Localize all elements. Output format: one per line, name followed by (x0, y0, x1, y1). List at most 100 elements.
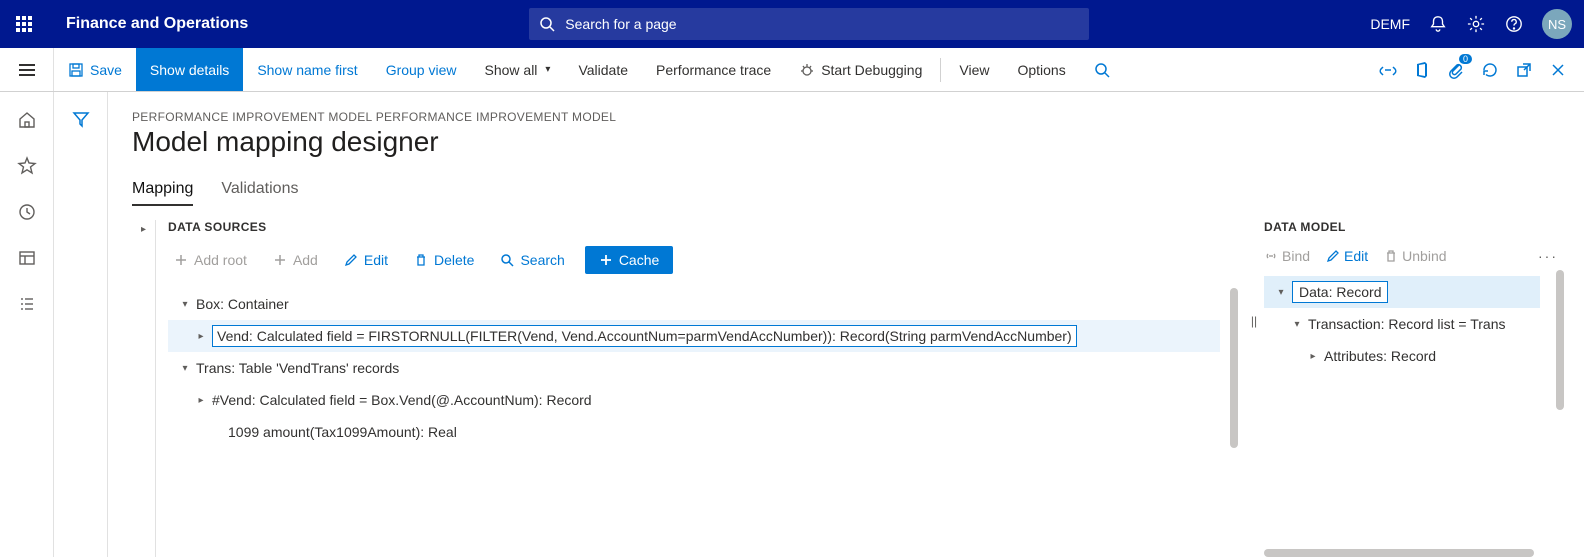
search-icon (1094, 62, 1110, 78)
tree-node[interactable]: ▸ Attributes: Record (1264, 340, 1540, 372)
tree-node[interactable]: ▾ Transaction: Record list = Trans (1264, 308, 1540, 340)
save-button[interactable]: Save (54, 48, 136, 91)
office-icon[interactable] (1412, 60, 1432, 80)
modules-icon[interactable] (17, 294, 37, 314)
star-icon[interactable] (17, 156, 37, 176)
edit-button[interactable]: Edit (338, 248, 394, 272)
plus-icon (273, 253, 287, 267)
tree-node[interactable]: 1099 amount(Tax1099Amount): Real (168, 416, 1220, 448)
bell-icon[interactable] (1428, 14, 1448, 34)
attachment-badge: 0 (1459, 54, 1472, 64)
page-title: Model mapping designer (132, 126, 1564, 158)
global-search[interactable]: Search for a page (529, 8, 1089, 40)
caret-icon[interactable]: ▾ (178, 299, 192, 310)
tree-node[interactable]: ▾ Trans: Table 'VendTrans' records (168, 352, 1220, 384)
delete-button[interactable]: Delete (408, 248, 480, 272)
show-all-dropdown[interactable]: Show all ▾ (471, 48, 565, 91)
node-label: Transaction: Record list = Trans (1308, 314, 1506, 334)
data-sources-tree: ▾ Box: Container ▸ Vend: Calculated fiel… (168, 288, 1244, 448)
refresh-icon[interactable] (1480, 60, 1500, 80)
user-avatar[interactable]: NS (1542, 9, 1572, 39)
data-model-tree: ▾ Data: Record ▾ Transaction: Record lis… (1264, 276, 1564, 372)
tree-node[interactable]: ▸ Vend: Calculated field = FIRSTORNULL(F… (168, 320, 1220, 352)
help-icon[interactable] (1504, 14, 1524, 34)
search-button[interactable]: Search (494, 248, 570, 272)
pencil-icon (344, 253, 358, 267)
bug-icon (799, 62, 815, 78)
search-icon (539, 16, 555, 32)
tab-mapping[interactable]: Mapping (132, 180, 193, 206)
tab-validations[interactable]: Validations (221, 180, 298, 206)
datasource-types-collapse[interactable]: ▸ (132, 220, 156, 557)
command-bar: Save Show details Show name first Group … (0, 48, 1584, 92)
show-name-first-button[interactable]: Show name first (243, 48, 371, 91)
app-launcher-icon[interactable] (0, 0, 48, 48)
close-icon[interactable] (1548, 60, 1568, 80)
breadcrumb: PERFORMANCE IMPROVEMENT MODEL PERFORMANC… (132, 110, 1564, 124)
pane-splitter[interactable]: || (1244, 220, 1264, 557)
home-icon[interactable] (17, 110, 37, 130)
caret-icon[interactable]: ▸ (194, 395, 208, 406)
search-placeholder: Search for a page (565, 16, 676, 32)
search-icon (500, 253, 514, 267)
node-label: Data: Record (1292, 281, 1388, 303)
caret-icon[interactable]: ▸ (1306, 351, 1320, 362)
popout-icon[interactable] (1514, 60, 1534, 80)
cache-button[interactable]: Cache (585, 246, 673, 274)
node-label: 1099 amount(Tax1099Amount): Real (228, 422, 457, 442)
plus-icon (599, 253, 613, 267)
validate-button[interactable]: Validate (564, 48, 642, 91)
left-nav (0, 92, 54, 557)
topbar: Finance and Operations Search for a page… (0, 0, 1584, 48)
tree-node[interactable]: ▸ #Vend: Calculated field = Box.Vend(@.A… (168, 384, 1220, 416)
scrollbar[interactable] (1230, 288, 1238, 448)
data-model-toolbar: Bind Edit Unbind ··· (1264, 248, 1564, 264)
filter-pane-toggle[interactable] (54, 92, 108, 557)
trash-icon (414, 253, 428, 267)
caret-icon[interactable]: ▾ (1290, 319, 1304, 330)
unbind-button[interactable]: Unbind (1384, 248, 1446, 264)
pencil-icon (1326, 249, 1340, 263)
hamburger-icon (19, 64, 35, 76)
node-label: #Vend: Calculated field = Box.Vend(@.Acc… (212, 390, 592, 410)
gear-icon[interactable] (1466, 14, 1486, 34)
nav-toggle[interactable] (0, 48, 54, 91)
trash-icon (1384, 249, 1398, 263)
bind-button[interactable]: Bind (1264, 248, 1310, 264)
start-debugging-button[interactable]: Start Debugging (785, 48, 936, 91)
workspace-icon[interactable] (17, 248, 37, 268)
tabs: Mapping Validations (132, 180, 1564, 206)
caret-icon[interactable]: ▾ (178, 363, 192, 374)
link-icon[interactable] (1378, 60, 1398, 80)
node-label: Attributes: Record (1324, 346, 1436, 366)
options-menu[interactable]: Options (1003, 48, 1079, 91)
node-label: Vend: Calculated field = FIRSTORNULL(FIL… (212, 325, 1077, 347)
add-button[interactable]: Add (267, 248, 324, 272)
more-button[interactable]: ··· (1538, 248, 1558, 264)
caret-icon[interactable]: ▾ (1274, 287, 1288, 298)
view-menu[interactable]: View (945, 48, 1003, 91)
filter-icon (72, 110, 90, 128)
chevron-right-icon: ▸ (141, 224, 146, 557)
scrollbar[interactable] (1264, 549, 1534, 557)
company-code[interactable]: DEMF (1370, 16, 1410, 32)
tree-node[interactable]: ▾ Box: Container (168, 288, 1220, 320)
group-view-button[interactable]: Group view (372, 48, 471, 91)
toolbar-search[interactable] (1080, 48, 1124, 91)
chevron-down-icon: ▾ (545, 64, 550, 75)
node-label: Box: Container (196, 294, 289, 314)
data-sources-toolbar: Add root Add Edit (168, 246, 1244, 274)
performance-trace-button[interactable]: Performance trace (642, 48, 785, 91)
attachment-icon[interactable]: 0 (1446, 60, 1466, 80)
data-model-heading: DATA MODEL (1264, 220, 1564, 234)
scrollbar[interactable] (1556, 270, 1564, 410)
add-root-button[interactable]: Add root (168, 248, 253, 272)
node-label: Trans: Table 'VendTrans' records (196, 358, 399, 378)
edit-button[interactable]: Edit (1326, 248, 1368, 264)
link-icon (1264, 249, 1278, 263)
tree-node[interactable]: ▾ Data: Record (1264, 276, 1540, 308)
clock-icon[interactable] (17, 202, 37, 222)
caret-icon[interactable]: ▸ (194, 331, 208, 342)
app-title: Finance and Operations (66, 15, 248, 33)
show-details-button[interactable]: Show details (136, 48, 243, 91)
